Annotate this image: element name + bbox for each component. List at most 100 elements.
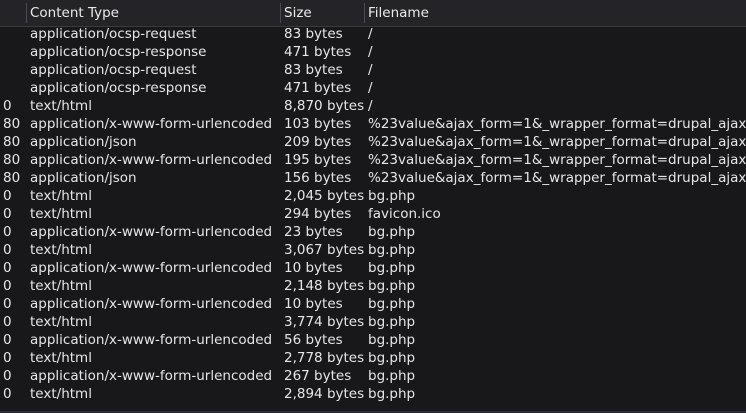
table-row[interactable]: 80 application/json 209 bytes %23value&ajax… [0, 133, 746, 151]
table-body: application/ocsp-request 83 bytes / applica… [0, 25, 746, 403]
row-content-type-cell: application/ocsp-request [30, 26, 197, 42]
row-size-cell: 471 bytes [284, 44, 352, 60]
column-resize-handle[interactable] [364, 3, 365, 23]
table-row[interactable]: application/ocsp-request 83 bytes / [0, 61, 746, 79]
row-filename-cell: bg.php [368, 224, 416, 240]
row-content-type-cell: application/ocsp-request [30, 62, 197, 78]
row-filename-cell: %23value&ajax_form=1&_wrapper_format=dru… [368, 116, 746, 132]
row-filename-cell: bg.php [368, 188, 416, 204]
row-size-cell: 103 bytes [284, 116, 352, 132]
packet-table: Content Type Size Filename application/o… [0, 0, 746, 413]
table-row[interactable]: 0 text/html 3,067 bytes bg.php [0, 241, 746, 259]
table-row[interactable]: 80 application/x-www-form-urlencoded 103 b… [0, 115, 746, 133]
table-row[interactable]: 0 application/x-www-form-urlencoded 267 by… [0, 367, 746, 385]
row-size-cell: 195 bytes [284, 152, 352, 168]
row-status-cell: 0 [3, 98, 12, 114]
row-size-cell: 2,894 bytes [284, 386, 364, 402]
row-size-cell: 471 bytes [284, 80, 352, 96]
table-row[interactable]: 0 text/html 8,870 bytes / [0, 97, 746, 115]
row-status-cell: 0 [3, 260, 12, 276]
row-filename-cell: bg.php [368, 260, 416, 276]
row-content-type-cell: application/x-www-form-urlencoded [30, 224, 273, 240]
row-filename-cell: bg.php [368, 386, 416, 402]
row-size-cell: 8,870 bytes [284, 98, 364, 114]
row-size-cell: 56 bytes [284, 332, 343, 348]
table-row[interactable]: 0 text/html 294 bytes favicon.ico [0, 205, 746, 223]
row-filename-cell: %23value&ajax_form=1&_wrapper_format=dru… [368, 152, 746, 168]
row-content-type-cell: application/json [30, 170, 137, 186]
row-filename-cell: bg.php [368, 350, 416, 366]
table-row[interactable]: 80 application/json 156 bytes %23value&ajax… [0, 169, 746, 187]
row-status-cell [3, 25, 25, 43]
row-content-type-cell: text/html [30, 278, 92, 294]
column-header-status[interactable] [3, 0, 25, 26]
row-size-cell: 2,778 bytes [284, 350, 364, 366]
row-content-type-cell: text/html [30, 314, 92, 330]
column-header-filename[interactable]: Filename [368, 0, 744, 26]
row-size-cell: 2,148 bytes [284, 278, 364, 294]
row-status-cell [3, 43, 25, 61]
row-content-type-cell: text/html [30, 350, 92, 366]
row-filename-cell: / [368, 98, 373, 114]
table-row[interactable]: 0 application/x-www-form-urlencoded 10 byt… [0, 295, 746, 313]
table-row[interactable]: 0 text/html 3,774 bytes bg.php [0, 313, 746, 331]
column-header-content-type[interactable]: Content Type [30, 0, 278, 26]
table-row[interactable]: 0 text/html 2,778 bytes bg.php [0, 349, 746, 367]
row-size-cell: 2,045 bytes [284, 188, 364, 204]
row-status-cell [3, 79, 25, 97]
row-content-type-cell: text/html [30, 98, 92, 114]
row-size-cell: 3,774 bytes [284, 314, 364, 330]
row-status-cell: 80 [3, 152, 21, 168]
table-row[interactable]: 0 text/html 2,045 bytes bg.php [0, 187, 746, 205]
row-size-cell: 83 bytes [284, 26, 343, 42]
row-size-cell: 209 bytes [284, 134, 352, 150]
row-size-cell: 294 bytes [284, 206, 352, 222]
row-content-type-cell: application/x-www-form-urlencoded [30, 332, 273, 348]
table-row[interactable]: 80 application/x-www-form-urlencoded 195 b… [0, 151, 746, 169]
row-content-type-cell: application/ocsp-response [30, 80, 207, 96]
row-content-type-cell: application/json [30, 134, 137, 150]
column-resize-handle[interactable] [26, 3, 27, 23]
table-row[interactable]: 0 application/x-www-form-urlencoded 56 byt… [0, 331, 746, 349]
row-status-cell: 0 [3, 224, 12, 240]
table-row[interactable]: application/ocsp-response 471 bytes / [0, 43, 746, 61]
row-status-cell: 0 [3, 368, 12, 384]
column-header-size[interactable]: Size [284, 0, 362, 26]
row-status-cell: 80 [3, 134, 21, 150]
row-content-type-cell: application/ocsp-response [30, 44, 207, 60]
table-header: Content Type Size Filename [0, 0, 746, 27]
table-row[interactable]: application/ocsp-request 83 bytes / [0, 25, 746, 43]
row-filename-cell: / [368, 44, 373, 60]
row-filename-cell: bg.php [368, 242, 416, 258]
row-size-cell: 3,067 bytes [284, 242, 364, 258]
column-resize-handle[interactable] [280, 3, 281, 23]
row-content-type-cell: application/x-www-form-urlencoded [30, 368, 273, 384]
row-size-cell: 10 bytes [284, 260, 343, 276]
row-status-cell: 0 [3, 188, 12, 204]
row-filename-cell: bg.php [368, 368, 416, 384]
row-content-type-cell: text/html [30, 242, 92, 258]
table-row[interactable]: 0 text/html 2,894 bytes bg.php [0, 385, 746, 403]
row-status-cell: 0 [3, 278, 12, 294]
row-filename-cell: / [368, 62, 373, 78]
row-status-cell: 0 [3, 242, 12, 258]
row-filename-cell: bg.php [368, 332, 416, 348]
row-status-cell: 0 [3, 386, 12, 402]
row-size-cell: 83 bytes [284, 62, 343, 78]
row-status-cell: 0 [3, 332, 12, 348]
row-filename-cell: %23value&ajax_form=1&_wrapper_format=dru… [368, 134, 746, 150]
table-row[interactable]: application/ocsp-response 471 bytes / [0, 79, 746, 97]
row-content-type-cell: application/x-www-form-urlencoded [30, 260, 273, 276]
row-filename-cell: %23value&ajax_form=1&_wrapper_format=dru… [368, 170, 746, 186]
row-size-cell: 267 bytes [284, 368, 352, 384]
row-status-cell: 0 [3, 206, 12, 222]
row-content-type-cell: application/x-www-form-urlencoded [30, 152, 273, 168]
table-row[interactable]: 0 application/x-www-form-urlencoded 10 byt… [0, 259, 746, 277]
row-filename-cell: bg.php [368, 296, 416, 312]
row-content-type-cell: application/x-www-form-urlencoded [30, 296, 273, 312]
table-row[interactable]: 0 text/html 2,148 bytes bg.php [0, 277, 746, 295]
table-row[interactable]: 0 application/x-www-form-urlencoded 23 byt… [0, 223, 746, 241]
row-size-cell: 23 bytes [284, 224, 343, 240]
row-status-cell: 80 [3, 170, 21, 186]
row-content-type-cell: text/html [30, 386, 92, 402]
